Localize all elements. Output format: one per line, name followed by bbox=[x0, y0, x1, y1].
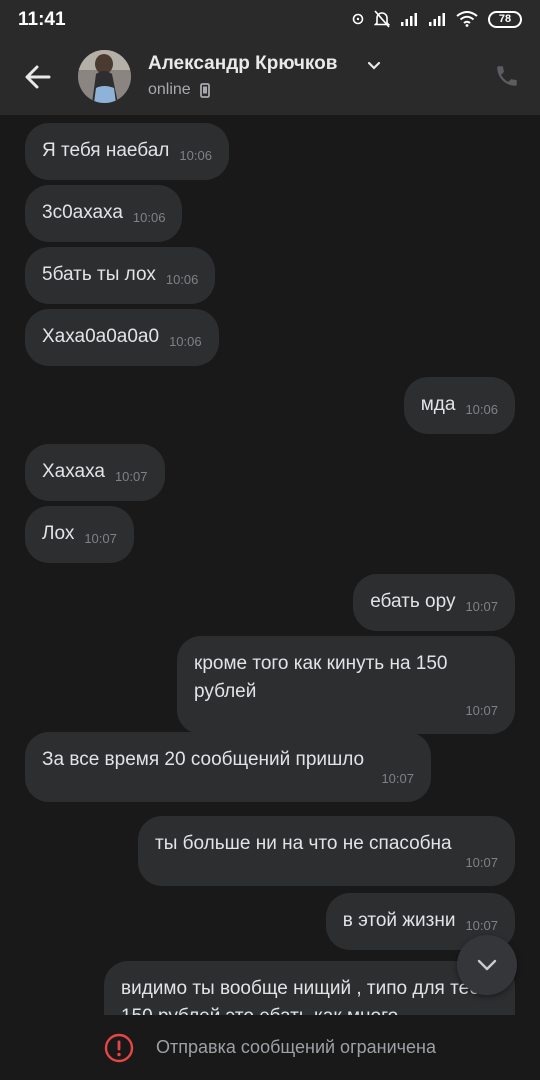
message-text: ты больше ни на что не спасобна bbox=[155, 833, 452, 854]
message-time: 10:07 bbox=[465, 703, 498, 718]
restriction-text: Отправка сообщений ограничена bbox=[156, 1037, 436, 1057]
message-text: Хахаха bbox=[42, 461, 105, 482]
scroll-down-button[interactable] bbox=[457, 935, 517, 995]
chevron-down-icon[interactable] bbox=[367, 61, 381, 71]
message-time: 10:06 bbox=[132, 210, 166, 225]
message-text: мда bbox=[420, 394, 456, 415]
message-text: Хаха0а0а0а0 bbox=[42, 326, 160, 347]
message-text: видимо ты вообще нищий , типо для тебя 1… bbox=[121, 978, 490, 1015]
message-time: 10:07 bbox=[465, 918, 498, 933]
message-text: в этой жизни bbox=[342, 910, 456, 931]
chevron-down-icon bbox=[477, 959, 497, 971]
online-text: online bbox=[148, 81, 191, 98]
avatar[interactable] bbox=[78, 50, 131, 103]
message-bubble-incoming[interactable]: Я тебя наебал 10:06 bbox=[25, 123, 229, 180]
message-bubble-outgoing[interactable]: ебать ору 10:07 bbox=[353, 574, 515, 631]
chat-header: Александр Крючков online bbox=[0, 38, 540, 115]
restriction-bar: Отправка сообщений ограничена bbox=[0, 1015, 540, 1080]
message-time: 10:07 bbox=[465, 855, 498, 870]
message-time: 10:07 bbox=[114, 469, 148, 484]
mobile-device-icon bbox=[199, 82, 210, 98]
message-list[interactable]: Я тебя наебал 10:06 3с0ахаха 10:06 5бать т… bbox=[0, 115, 540, 1015]
message-bubble-incoming[interactable]: Хахаха 10:07 bbox=[25, 444, 165, 501]
message-text: 3с0ахаха bbox=[42, 202, 123, 223]
message-bubble-outgoing[interactable]: ты больше ни на что не спасобна 10:07 bbox=[138, 816, 515, 886]
message-text: За все время 20 сообщений пришло bbox=[42, 749, 365, 770]
message-time: 10:06 bbox=[179, 148, 212, 163]
alarm-icon bbox=[352, 13, 364, 25]
message-time: 10:06 bbox=[465, 402, 498, 417]
contact-name[interactable]: Александр Крючков bbox=[148, 53, 337, 75]
message-text: кроме того как кинуть на 150 рублей bbox=[194, 653, 448, 702]
status-time: 11:41 bbox=[18, 9, 66, 30]
online-status: online bbox=[148, 81, 210, 99]
phone-call-icon[interactable] bbox=[494, 63, 520, 89]
battery-level: 78 bbox=[498, 13, 512, 25]
message-bubble-incoming[interactable]: Лох 10:07 bbox=[25, 506, 134, 563]
message-time: 10:07 bbox=[84, 531, 117, 546]
mute-bell-icon bbox=[374, 10, 390, 28]
back-arrow-icon[interactable] bbox=[22, 61, 54, 93]
message-bubble-outgoing[interactable]: мда 10:06 bbox=[403, 377, 515, 434]
message-text: 5бать ты лох bbox=[42, 264, 156, 285]
message-bubble-incoming[interactable]: 3с0ахаха 10:06 bbox=[25, 185, 183, 242]
error-icon bbox=[104, 1033, 134, 1062]
wifi-icon bbox=[456, 11, 478, 27]
signal-icon-2 bbox=[429, 13, 445, 26]
message-bubble-outgoing[interactable]: кроме того как кинуть на 150 рублей 10:0… bbox=[177, 636, 515, 734]
message-time: 10:07 bbox=[381, 771, 414, 786]
message-bubble-outgoing[interactable]: видимо ты вообще нищий , типо для тебя 1… bbox=[104, 961, 515, 1015]
message-text: Я тебя наебал bbox=[42, 140, 170, 161]
message-bubble-incoming[interactable]: 5бать ты лох 10:06 bbox=[25, 247, 216, 304]
message-bubble-incoming[interactable]: Хаха0а0а0а0 10:06 bbox=[25, 309, 219, 366]
status-icons: 78 bbox=[352, 9, 522, 29]
message-time: 10:07 bbox=[465, 599, 498, 614]
message-text: Лох bbox=[42, 523, 75, 544]
status-bar: 11:41 78 bbox=[0, 0, 540, 38]
signal-icon bbox=[401, 13, 417, 26]
message-text: ебать ору bbox=[370, 591, 456, 612]
battery-icon: 78 bbox=[488, 10, 522, 28]
message-bubble-incoming[interactable]: За все время 20 сообщений пришло 10:07 bbox=[25, 732, 431, 802]
message-time: 10:06 bbox=[169, 334, 202, 349]
message-time: 10:06 bbox=[165, 272, 199, 287]
